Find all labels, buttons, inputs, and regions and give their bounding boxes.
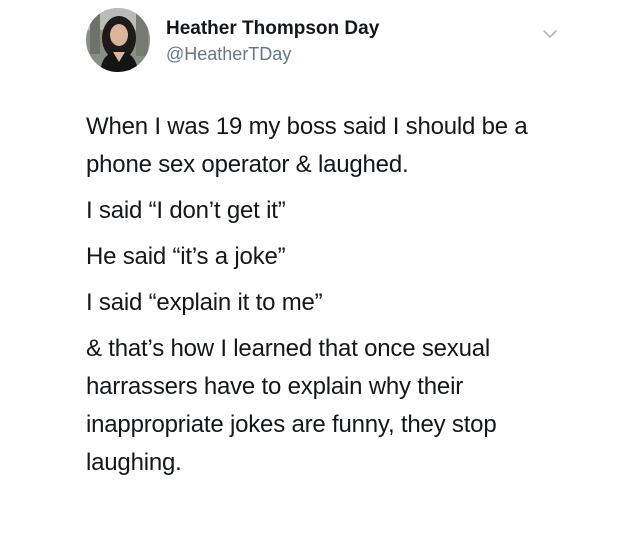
chevron-down-icon[interactable]: [540, 24, 560, 44]
tweet-paragraph: I said “I don’t get it”: [86, 197, 286, 224]
tweet-paragraph: He said “it’s a joke”: [86, 243, 286, 270]
tweet-paragraph: & that’s how I learned that once sexual …: [86, 335, 497, 476]
avatar[interactable]: [86, 8, 150, 72]
tweet-body: When I was 19 my boss said I should be a…: [86, 108, 586, 490]
author-name[interactable]: Heather Thompson Day: [166, 18, 379, 40]
tweet-paragraph: I said “explain it to me”: [86, 289, 323, 316]
profile-photo: [86, 8, 150, 72]
tweet-header: Heather Thompson Day @HeatherTDay: [86, 8, 586, 78]
tweet-paragraph: When I was 19 my boss said I should be a…: [86, 113, 528, 178]
author-handle[interactable]: @HeatherTDay: [166, 44, 291, 65]
